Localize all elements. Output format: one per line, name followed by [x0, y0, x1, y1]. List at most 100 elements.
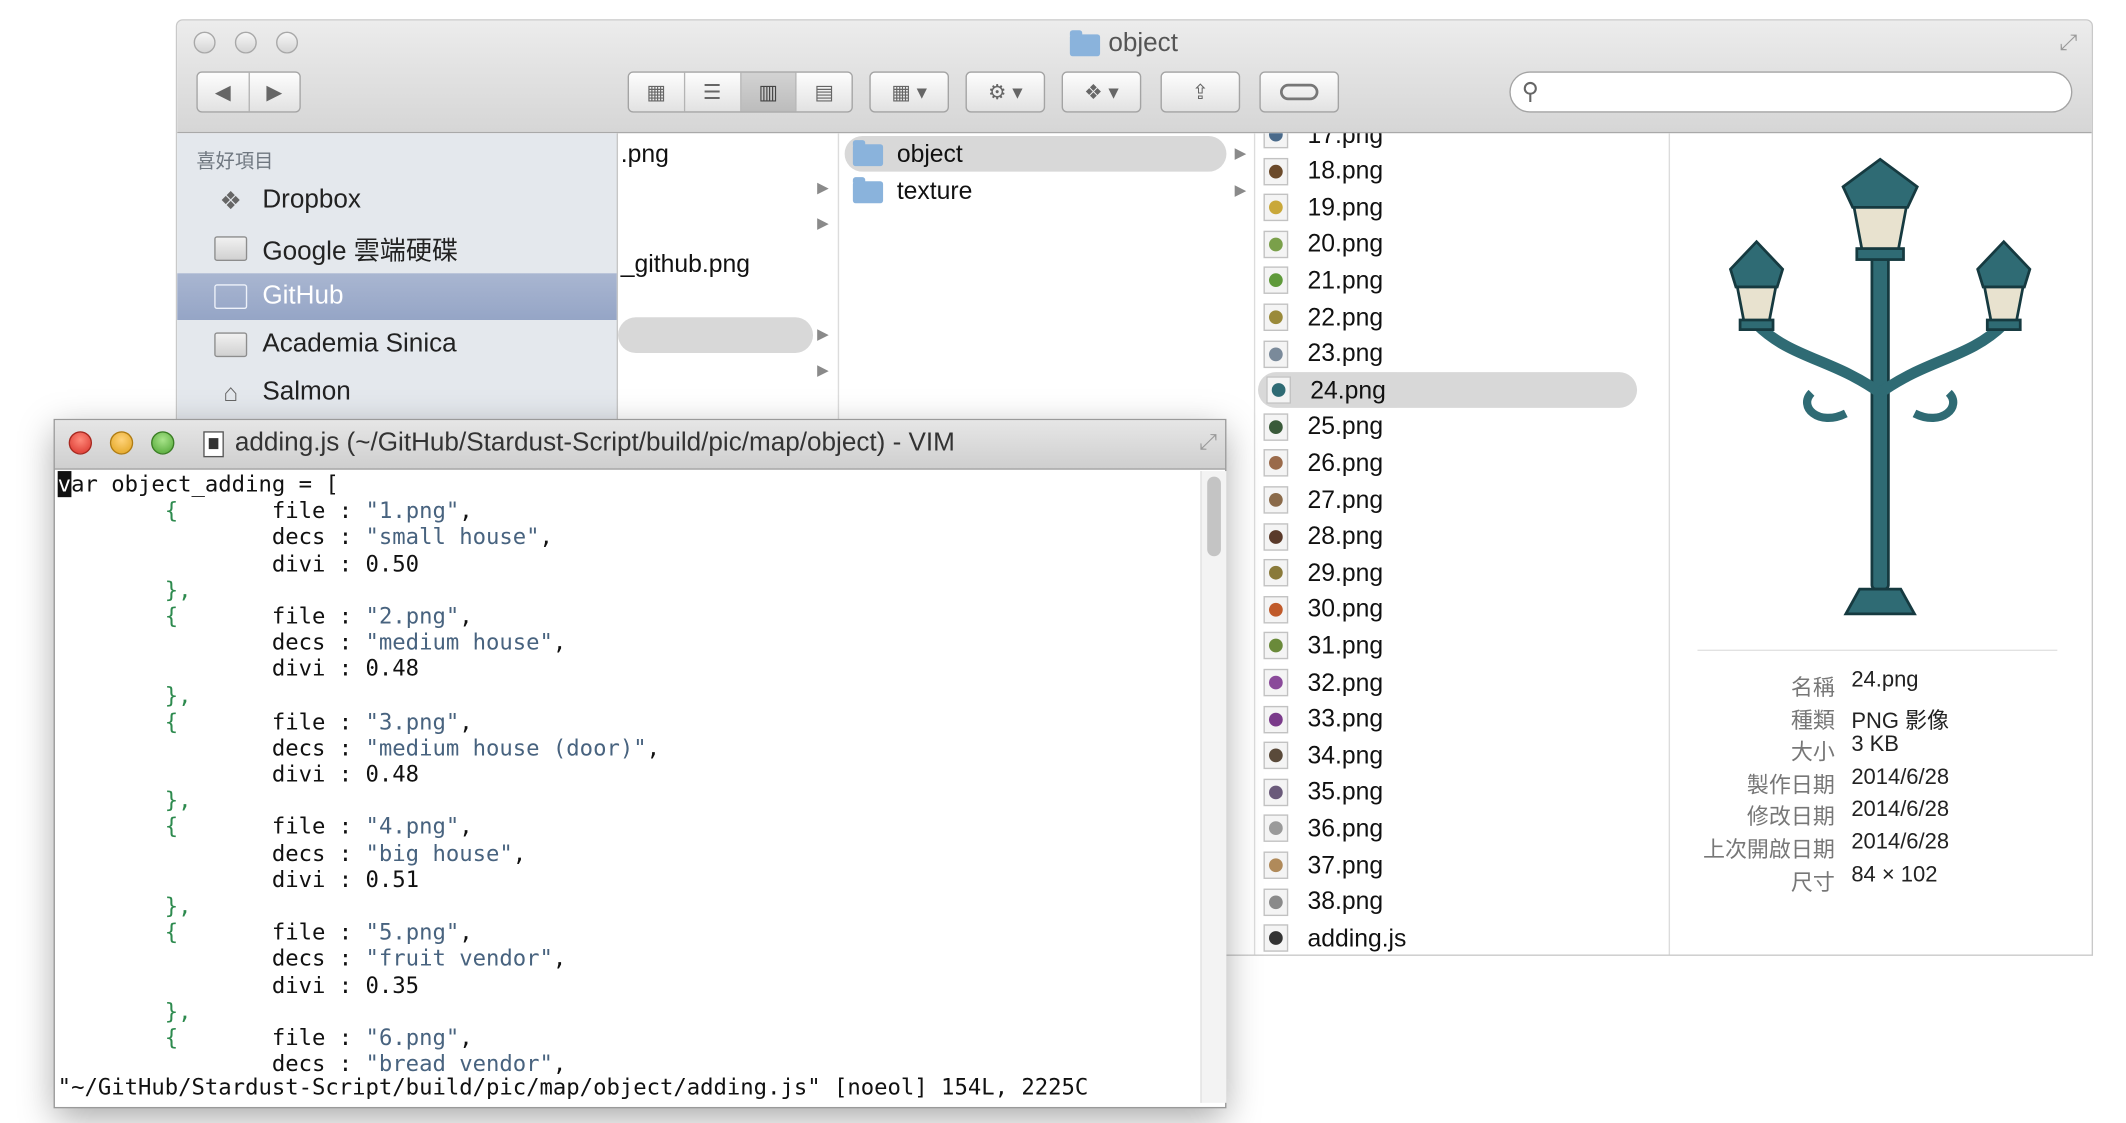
file-row[interactable]: 27.png: [1255, 482, 1640, 518]
file-row[interactable]: 25.png: [1255, 409, 1640, 445]
file-row[interactable]: 17.png: [1255, 133, 1640, 152]
chevron-right-icon: ▶: [817, 179, 829, 197]
file-name: 38.png: [1307, 887, 1384, 915]
document-icon: [203, 430, 224, 457]
file-row[interactable]: 37.png: [1255, 847, 1640, 883]
file-thumbnail-icon: [1263, 303, 1289, 331]
code-line: decs : "fruit vendor",: [58, 945, 1198, 971]
code-token: decs :: [57, 734, 366, 761]
string-token: "big house": [365, 839, 513, 867]
file-row[interactable]: 30.png: [1255, 592, 1640, 628]
file-thumbnail-icon: [1263, 814, 1289, 843]
file-row[interactable]: adding.js: [1255, 920, 1640, 954]
number-token: 0.50: [365, 550, 420, 577]
file-row[interactable]: 29.png: [1255, 555, 1640, 591]
file-name: 28.png: [1307, 522, 1384, 550]
file-name: 33.png: [1307, 704, 1384, 733]
file-row[interactable]: 34.png: [1255, 738, 1640, 774]
file-name: 19.png: [1307, 193, 1384, 221]
list-item[interactable]: _github.png: [621, 246, 750, 282]
file-row[interactable]: 38.png: [1255, 884, 1640, 920]
file-row[interactable]: 24.png: [1258, 372, 1638, 409]
file-row[interactable]: 35.png: [1255, 774, 1640, 810]
file-thumbnail-icon: [1263, 522, 1289, 551]
column-view-icon[interactable]: ▥: [740, 72, 797, 112]
preview-pane: 名稱 24.png 種類 PNG 影像 大小 3 KB 製作日期 2014/6/28 修改日期 2…: [1668, 133, 2092, 955]
file-row[interactable]: 36.png: [1255, 811, 1640, 847]
vim-title-text: adding.js (~/GitHub/Stardust-Script/buil…: [234, 428, 955, 458]
file-row[interactable]: 20.png: [1255, 226, 1640, 262]
tags-button[interactable]: [1259, 71, 1340, 113]
file-row[interactable]: 22.png: [1255, 299, 1640, 335]
string-token: "5.png": [365, 919, 460, 946]
list-view-icon[interactable]: ☰: [684, 72, 741, 112]
file-thumbnail-icon: [1263, 266, 1289, 295]
sidebar-item-dropbox[interactable]: ❖ Dropbox: [177, 177, 616, 224]
file-row[interactable]: 21.png: [1255, 263, 1640, 299]
folder-icon: [852, 177, 884, 204]
sidebar-item-label: GitHub: [262, 281, 344, 311]
code-token: file :: [178, 708, 366, 735]
fullscreen-icon[interactable]: ⤢: [1199, 431, 1217, 456]
window-title: object: [1069, 29, 1178, 59]
file-thumbnail-icon: [1263, 888, 1289, 916]
file-row[interactable]: 23.png: [1255, 336, 1640, 372]
folder-row-texture[interactable]: texture: [845, 173, 972, 209]
search-input[interactable]: ⚲: [1509, 71, 2073, 113]
list-item[interactable]: .png: [621, 136, 669, 172]
code-line: { file : "3.png",: [58, 708, 1198, 734]
file-row[interactable]: 32.png: [1255, 665, 1640, 701]
file-thumbnail-icon: [1263, 133, 1289, 149]
back-button[interactable]: ◀: [197, 72, 250, 112]
file-name: _github.png: [620, 249, 750, 277]
code-line: divi : 0.48: [58, 656, 1198, 682]
share-button[interactable]: ⇪: [1160, 71, 1241, 113]
code-line: },: [58, 998, 1198, 1024]
chevron-right-icon: ▶: [817, 362, 829, 380]
file-name: 37.png: [1307, 850, 1384, 879]
fullscreen-icon[interactable]: ⤢: [2056, 32, 2081, 57]
file-row[interactable]: 28.png: [1255, 519, 1640, 555]
info-label: 名稱: [1790, 677, 1835, 701]
code-editor[interactable]: var object_adding = [ { file : "1.png", …: [57, 471, 1198, 1077]
vertical-scrollbar[interactable]: [1200, 471, 1227, 1103]
list-item-selected[interactable]: [618, 317, 814, 353]
file-row[interactable]: 33.png: [1255, 701, 1640, 737]
action-button[interactable]: ⚙ ▾: [965, 71, 1046, 113]
file-name: 20.png: [1307, 229, 1384, 258]
code-token: ,: [539, 523, 553, 550]
string-token: "1.png": [365, 497, 460, 524]
sidebar-item-google-drive[interactable]: Google 雲端硬碟: [177, 225, 616, 272]
file-row[interactable]: 26.png: [1255, 446, 1640, 482]
close-button[interactable]: [68, 431, 93, 455]
close-button[interactable]: [193, 31, 216, 54]
chevron-right-icon: ▶: [817, 215, 829, 233]
code-token: ,: [512, 839, 527, 867]
arrange-icon: ▦ ▾: [891, 81, 927, 105]
minimize-button[interactable]: [234, 31, 257, 54]
icon-view-icon[interactable]: ▦: [629, 72, 685, 112]
folder-row-object[interactable]: object: [844, 135, 1227, 172]
file-row[interactable]: 19.png: [1255, 190, 1640, 226]
info-value: 24.png: [1851, 668, 1919, 693]
zoom-button[interactable]: [151, 431, 175, 455]
cover-flow-icon[interactable]: ▤: [796, 72, 852, 112]
arrange-button[interactable]: ▦ ▾: [869, 71, 950, 113]
minimize-button[interactable]: [109, 431, 134, 455]
forward-button[interactable]: ▶: [249, 72, 300, 112]
sidebar-item-academia-sinica[interactable]: Academia Sinica: [177, 321, 616, 368]
code-token: decs :: [57, 523, 366, 550]
sidebar-item-salmon[interactable]: ⌂ Salmon: [177, 369, 616, 416]
code-token: ar object_adding = [: [71, 471, 339, 498]
file-row[interactable]: 31.png: [1255, 628, 1640, 664]
code-token: file :: [178, 1024, 366, 1051]
file-row[interactable]: 18.png: [1255, 153, 1640, 189]
sidebar-item-github[interactable]: GitHub: [177, 273, 617, 320]
dropbox-icon: ❖: [219, 186, 242, 214]
scrollbar-thumb[interactable]: [1207, 476, 1221, 557]
zoom-button[interactable]: [276, 31, 299, 54]
dropbox-menu-button[interactable]: ❖ ▾: [1061, 71, 1142, 113]
file-name: 36.png: [1307, 814, 1384, 842]
